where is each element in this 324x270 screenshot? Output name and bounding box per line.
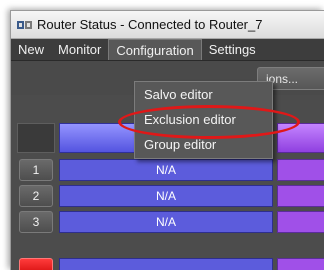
- next-cell[interactable]: [277, 185, 324, 207]
- next-cell[interactable]: [277, 159, 324, 181]
- menu-settings[interactable]: Settings: [202, 39, 263, 60]
- menu-item-exclusion-editor[interactable]: Exclusion editor: [135, 108, 272, 133]
- source-cell[interactable]: N/A: [59, 185, 273, 207]
- table-row: [11, 258, 324, 270]
- title-bar: Router Status - Connected to Router_7: [11, 11, 324, 39]
- menu-monitor[interactable]: Monitor: [51, 39, 108, 60]
- menu-item-salvo-editor[interactable]: Salvo editor: [135, 83, 272, 108]
- source-cell[interactable]: N/A: [59, 211, 273, 233]
- menu-bar: New Monitor Configuration Settings: [11, 39, 324, 61]
- menu-new[interactable]: New: [11, 39, 51, 60]
- table-row: 3 N/A: [11, 211, 324, 233]
- menu-item-group-editor[interactable]: Group editor: [135, 133, 272, 158]
- source-cell[interactable]: N/A: [59, 159, 273, 181]
- grid-corner: [17, 123, 55, 153]
- row-number-button[interactable]: 2: [19, 185, 53, 207]
- column-header-next[interactable]: [277, 123, 324, 153]
- router-status-window: Router Status - Connected to Router_7 Ne…: [10, 10, 324, 270]
- row-number-button-alert[interactable]: [19, 258, 53, 270]
- source-cell[interactable]: [59, 258, 273, 270]
- app-icon: [17, 20, 32, 29]
- next-cell[interactable]: [277, 211, 324, 233]
- table-row: 2 N/A: [11, 185, 324, 207]
- row-number-button[interactable]: 3: [19, 211, 53, 233]
- configuration-dropdown-menu: Salvo editor Exclusion editor Group edit…: [134, 81, 273, 159]
- window-title: Router Status - Connected to Router_7: [37, 17, 263, 32]
- row-number-button[interactable]: 1: [19, 159, 53, 181]
- table-row: 1 N/A: [11, 159, 324, 181]
- next-cell[interactable]: [277, 258, 324, 270]
- menu-configuration[interactable]: Configuration: [108, 39, 202, 60]
